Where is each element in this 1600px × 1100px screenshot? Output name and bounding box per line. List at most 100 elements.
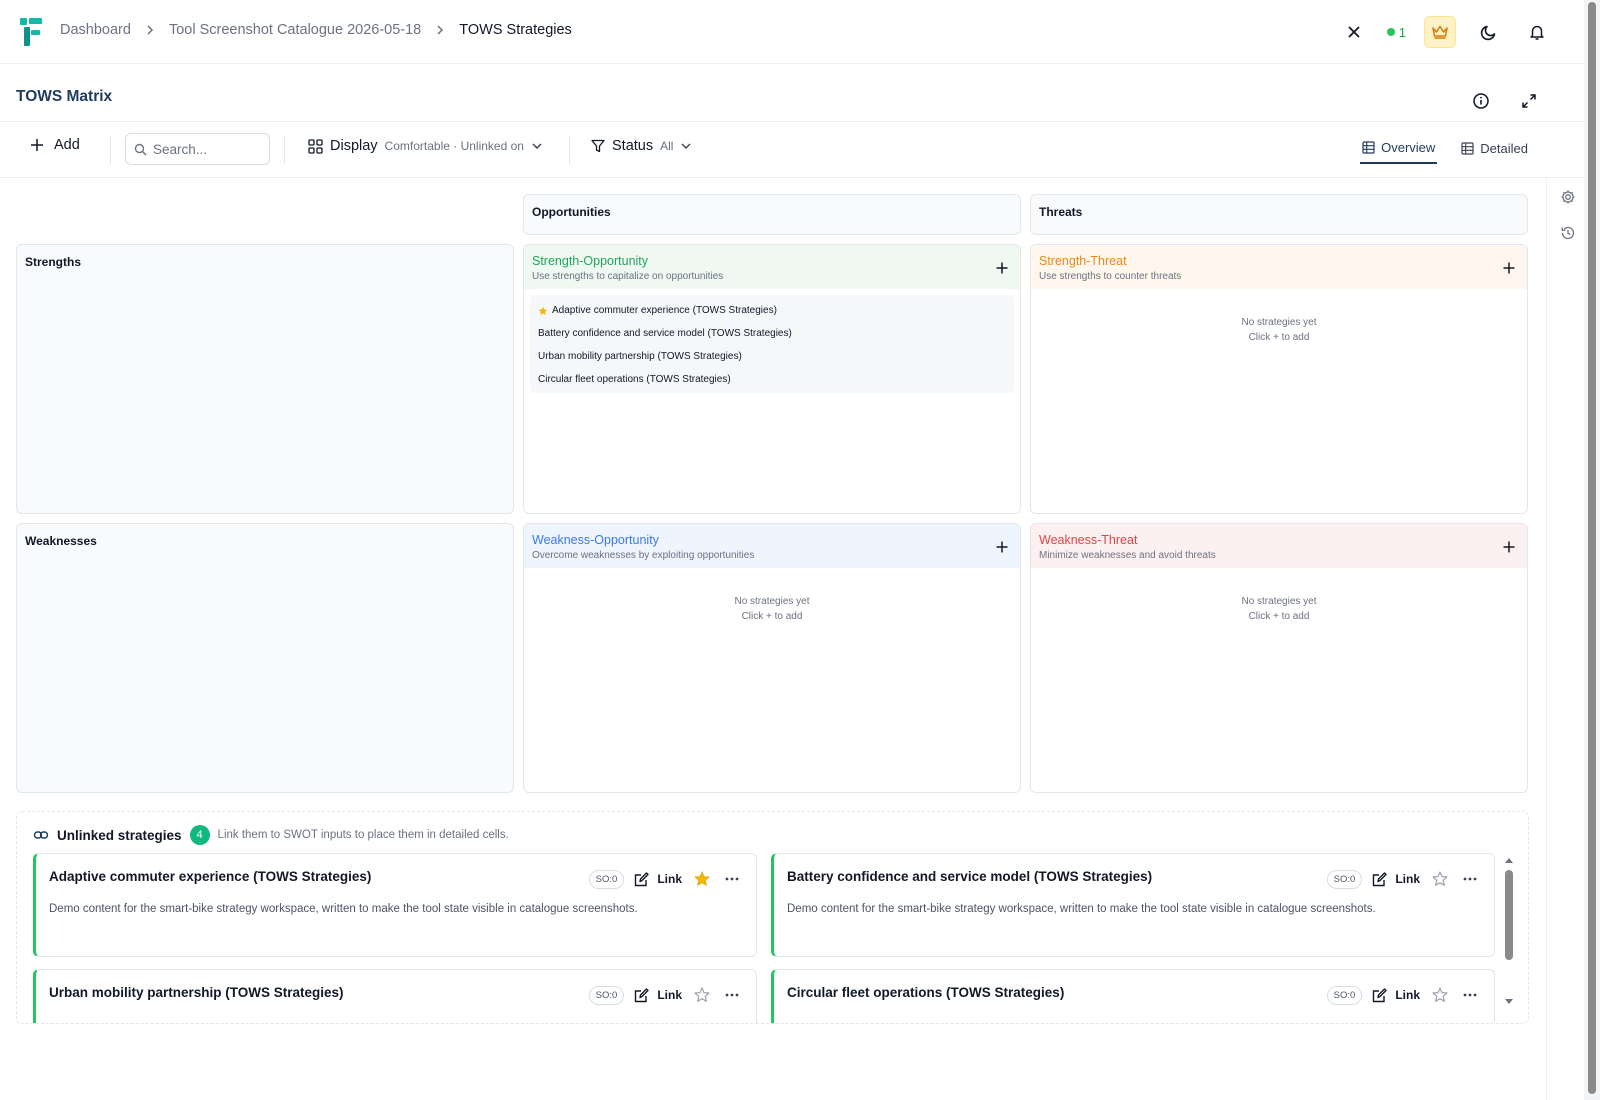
tab-detailed[interactable]: Detailed bbox=[1459, 136, 1530, 164]
divider bbox=[110, 136, 111, 164]
chevron-down-icon bbox=[532, 143, 542, 149]
filter-icon bbox=[591, 139, 605, 153]
more-icon[interactable] bbox=[722, 869, 742, 889]
page-scrollbar[interactable] bbox=[1584, 0, 1600, 1100]
tab-overview[interactable]: Overview bbox=[1360, 136, 1438, 164]
unlinked-hint: Link them to SWOT inputs to place them i… bbox=[217, 829, 509, 841]
star-outline-icon[interactable] bbox=[692, 985, 712, 1005]
strategy-label: Adaptive commuter experience (TOWS Strat… bbox=[552, 305, 777, 316]
title-actions bbox=[1466, 86, 1544, 116]
search-input[interactable] bbox=[153, 141, 263, 157]
empty-state: No strategies yet Click + to add bbox=[524, 594, 1020, 624]
list-item[interactable]: Circular fleet operations (TOWS Strategi… bbox=[534, 368, 1010, 391]
empty-state-text: No strategies yet bbox=[1241, 317, 1317, 328]
top-bar: Dashboard Tool Screenshot Catalogue 2026… bbox=[0, 0, 1584, 64]
app-logo-icon[interactable] bbox=[20, 16, 44, 46]
strategy-card[interactable]: Urban mobility partnership (TOWS Strateg… bbox=[33, 969, 757, 1023]
scrollbar-thumb[interactable] bbox=[1588, 2, 1596, 1094]
more-icon[interactable] bbox=[722, 985, 742, 1005]
edit-icon bbox=[635, 871, 650, 886]
right-rail bbox=[1546, 178, 1584, 1100]
add-button-label: Add bbox=[54, 137, 80, 153]
display-label: Display bbox=[330, 138, 378, 154]
breadcrumb-catalogue[interactable]: Tool Screenshot Catalogue 2026-05-18 bbox=[169, 22, 421, 38]
unlinked-count-badge: 4 bbox=[189, 825, 210, 845]
toolbar: Add Display Comfortable · Unlinked on St… bbox=[0, 122, 1584, 178]
cell-header: Weakness-Opportunity Overcome weaknesses… bbox=[524, 524, 1020, 568]
strategy-card[interactable]: Adaptive commuter experience (TOWS Strat… bbox=[33, 853, 757, 957]
link-icon bbox=[33, 831, 49, 839]
list-item[interactable]: Battery confidence and service model (TO… bbox=[534, 322, 1010, 345]
breadcrumb: Dashboard Tool Screenshot Catalogue 2026… bbox=[60, 22, 572, 38]
add-strategy-plus-icon[interactable] bbox=[992, 537, 1012, 557]
add-strategy-plus-icon[interactable] bbox=[1499, 258, 1519, 278]
more-icon[interactable] bbox=[1460, 985, 1480, 1005]
strategy-label: Circular fleet operations (TOWS Strategi… bbox=[538, 374, 731, 385]
empty-state-hint: Click + to add bbox=[741, 611, 803, 622]
cell-strength-opportunity: Strength-Opportunity Use strengths to ca… bbox=[523, 244, 1021, 514]
table-icon bbox=[1362, 141, 1375, 154]
tab-overview-label: Overview bbox=[1381, 140, 1436, 155]
empty-state: No strategies yet Click + to add bbox=[1031, 315, 1527, 345]
bell-icon[interactable] bbox=[1522, 17, 1552, 47]
star-outline-icon[interactable] bbox=[1430, 985, 1450, 1005]
add-strategy-plus-icon[interactable] bbox=[1499, 537, 1519, 557]
card-description: Demo content for the smart-bike strategy… bbox=[49, 903, 638, 915]
column-header-opportunities: Opportunities bbox=[523, 194, 1021, 235]
strategy-list: Adaptive commuter experience (TOWS Strat… bbox=[530, 295, 1014, 393]
card-actions: SO:0 Link bbox=[1326, 869, 1480, 889]
premium-crown-button[interactable] bbox=[1424, 16, 1456, 48]
link-button[interactable]: Link bbox=[1372, 987, 1420, 1003]
expand-icon[interactable] bbox=[1514, 86, 1544, 116]
scrollbar-thumb[interactable] bbox=[1505, 870, 1513, 960]
strategy-card[interactable]: Battery confidence and service model (TO… bbox=[771, 853, 1495, 957]
card-actions: SO:0 Link bbox=[588, 985, 742, 1005]
link-button[interactable]: Link bbox=[634, 871, 682, 887]
settings-gear-icon[interactable] bbox=[1553, 182, 1583, 212]
list-item[interactable]: Urban mobility partnership (TOWS Strateg… bbox=[534, 345, 1010, 368]
cell-weakness-opportunity: Weakness-Opportunity Overcome weaknesses… bbox=[523, 523, 1021, 793]
add-strategy-plus-icon[interactable] bbox=[992, 258, 1012, 278]
plus-icon bbox=[31, 139, 43, 151]
star-outline-icon[interactable] bbox=[1430, 869, 1450, 889]
unlinked-strategies-panel: Unlinked strategies 4 Link them to SWOT … bbox=[16, 811, 1529, 1024]
scroll-down-icon[interactable] bbox=[1503, 998, 1515, 1006]
title-row: TOWS Matrix bbox=[0, 64, 1584, 122]
grid-icon bbox=[308, 138, 323, 154]
link-label: Link bbox=[1395, 872, 1420, 886]
cell-title: Strength-Threat bbox=[1039, 254, 1127, 268]
star-filled-icon[interactable] bbox=[692, 869, 712, 889]
row-header-strengths: Strengths bbox=[16, 244, 514, 514]
display-dropdown[interactable]: Display Comfortable · Unlinked on bbox=[308, 138, 543, 154]
scroll-up-icon[interactable] bbox=[1503, 856, 1515, 864]
top-actions: 1 bbox=[1339, 16, 1552, 48]
unlinked-scrollbar[interactable] bbox=[1503, 856, 1515, 1006]
strategy-card[interactable]: Circular fleet operations (TOWS Strategi… bbox=[771, 969, 1495, 1023]
presence-indicator[interactable]: 1 bbox=[1386, 25, 1406, 40]
history-icon[interactable] bbox=[1553, 218, 1583, 248]
link-label: Link bbox=[1395, 988, 1420, 1002]
search-box bbox=[125, 133, 270, 165]
strategy-label: Urban mobility partnership (TOWS Strateg… bbox=[538, 351, 742, 362]
add-button[interactable]: Add bbox=[30, 137, 80, 153]
moon-icon[interactable] bbox=[1474, 17, 1504, 47]
so-count-badge: SO:0 bbox=[1326, 985, 1363, 1005]
breadcrumb-dashboard[interactable]: Dashboard bbox=[60, 22, 131, 38]
link-button[interactable]: Link bbox=[1372, 871, 1420, 887]
so-count-badge: SO:0 bbox=[588, 985, 625, 1005]
cell-weakness-threat: Weakness-Threat Minimize weaknesses and … bbox=[1030, 523, 1528, 793]
cell-description: Use strengths to counter threats bbox=[1039, 271, 1182, 282]
cell-title: Weakness-Threat bbox=[1039, 533, 1138, 547]
close-icon[interactable] bbox=[1339, 17, 1369, 47]
chevron-down-icon bbox=[681, 143, 691, 149]
star-filled-icon bbox=[538, 306, 548, 315]
status-label: Status bbox=[612, 138, 654, 154]
chevron-right-icon bbox=[433, 23, 447, 37]
display-value: Comfortable · Unlinked on bbox=[384, 139, 524, 153]
info-icon[interactable] bbox=[1466, 86, 1496, 116]
list-item[interactable]: Adaptive commuter experience (TOWS Strat… bbox=[534, 299, 1010, 322]
more-icon[interactable] bbox=[1460, 869, 1480, 889]
link-button[interactable]: Link bbox=[634, 987, 682, 1003]
cell-header: Weakness-Threat Minimize weaknesses and … bbox=[1031, 524, 1527, 568]
status-filter-dropdown[interactable]: Status All bbox=[591, 138, 692, 154]
